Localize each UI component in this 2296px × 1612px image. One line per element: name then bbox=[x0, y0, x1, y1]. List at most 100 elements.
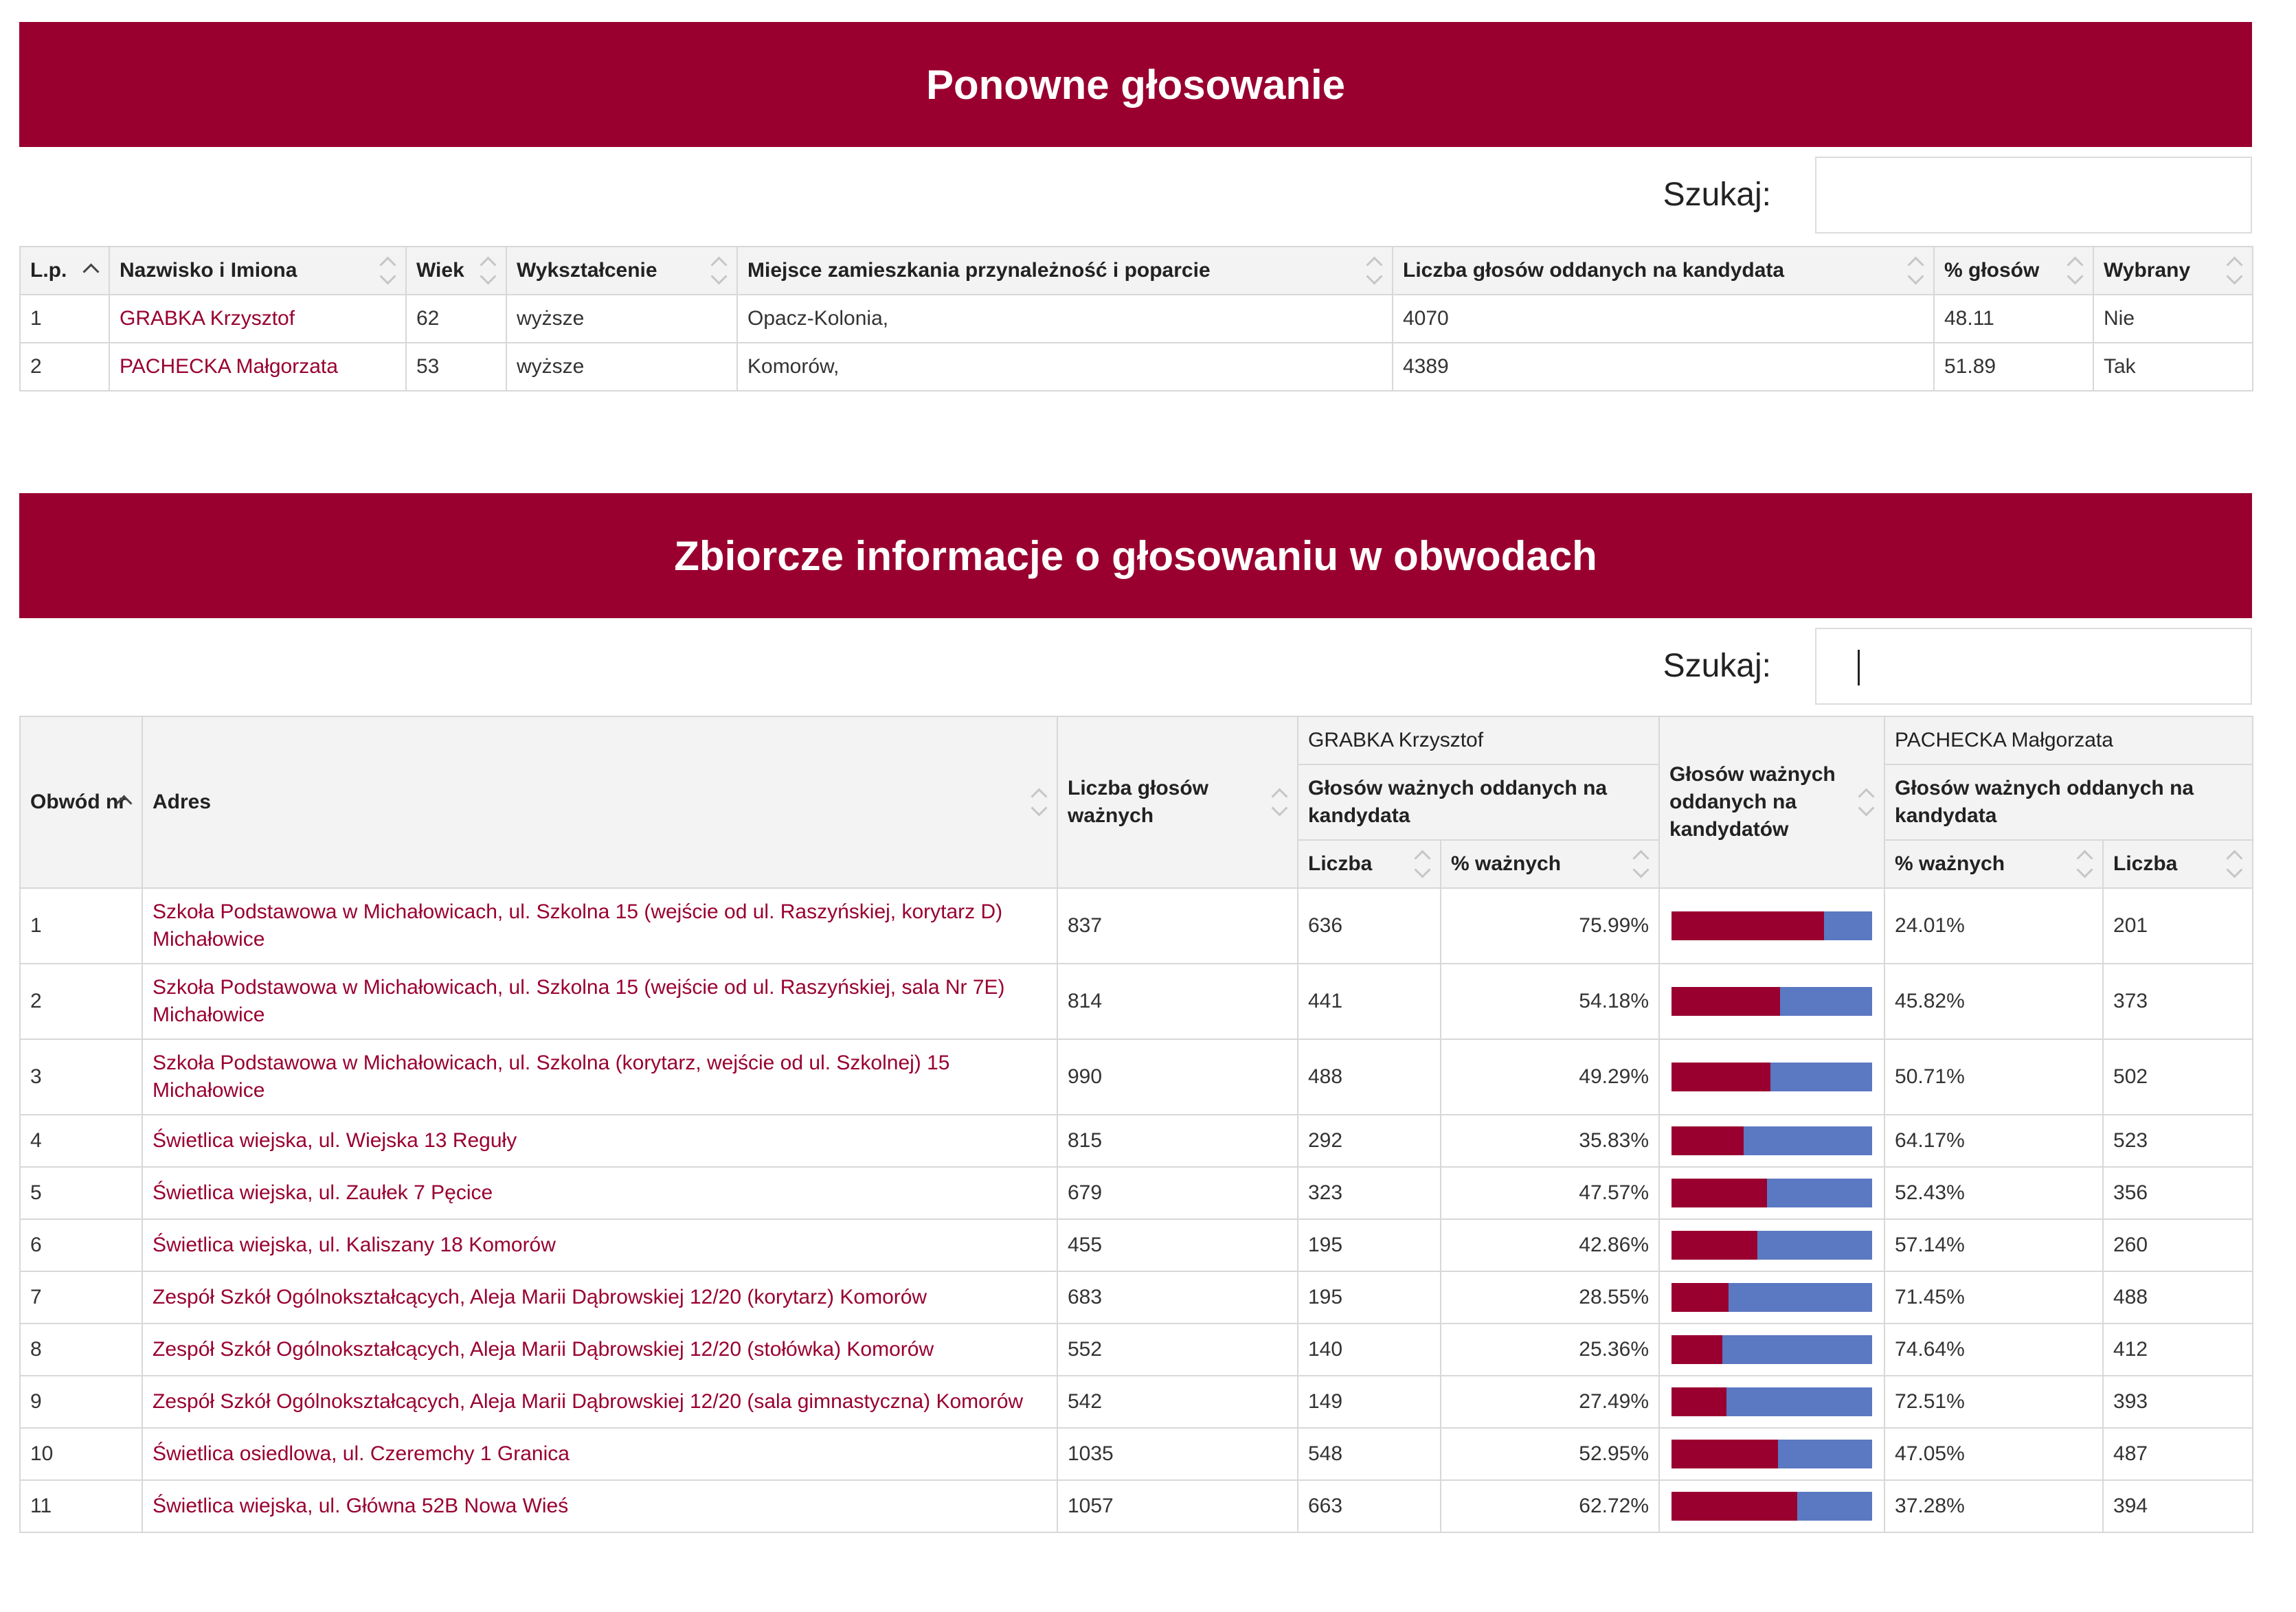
col-header-votes[interactable]: Liczba głosów oddanych na kandydata bbox=[1392, 246, 1935, 295]
col-header-cand1-count[interactable]: Liczba bbox=[1297, 839, 1441, 889]
group-header-candidate-2: PACHECKA Małgorzata bbox=[1884, 716, 2254, 765]
vote-share-bar bbox=[1672, 1440, 1872, 1468]
row-votes-chart-cell bbox=[1658, 963, 1886, 1040]
page: Ponowne głosowanie Szukaj: L.p. Nazwisko… bbox=[0, 0, 2296, 1612]
vote-share-bar-cand1 bbox=[1672, 1492, 1798, 1521]
row-cand2-count: 412 bbox=[2102, 1323, 2254, 1376]
row-votes-chart-cell bbox=[1658, 1038, 1886, 1115]
row-cand2-count: 201 bbox=[2102, 887, 2254, 964]
search-input-districts[interactable] bbox=[1815, 628, 2252, 705]
search-label: Szukaj: bbox=[1663, 648, 1771, 684]
row-cand2-percent: 52.43% bbox=[1884, 1166, 2104, 1220]
subgroup-header-votes-cand1: Głosów ważnych oddanych na kandydata bbox=[1296, 764, 1661, 841]
row-percent: 48.11 bbox=[1933, 294, 2094, 343]
row-valid-votes: 455 bbox=[1057, 1218, 1298, 1272]
vote-share-bar-cand1 bbox=[1672, 1283, 1729, 1312]
row-address-cell: Świetlica osiedlowa, ul. Czeremchy 1 Gra… bbox=[142, 1427, 1058, 1481]
row-valid-votes: 990 bbox=[1057, 1038, 1298, 1115]
address-link[interactable]: Zespół Szkół Ogólnokształcących, Aleja M… bbox=[153, 1338, 934, 1361]
col-header-age[interactable]: Wiek bbox=[405, 246, 507, 295]
row-votes: 4389 bbox=[1392, 342, 1935, 391]
row-cand1-count: 149 bbox=[1297, 1375, 1441, 1429]
row-cand2-percent: 47.05% bbox=[1884, 1427, 2104, 1481]
sort-icon bbox=[1632, 849, 1650, 879]
candidate-link[interactable]: GRABKA Krzysztof bbox=[120, 307, 295, 330]
address-link[interactable]: Świetlica wiejska, ul. Zaułek 7 Pęcice bbox=[153, 1181, 493, 1204]
row-district-nr: 8 bbox=[19, 1323, 143, 1376]
col-header-district-nr[interactable]: Obwód nr bbox=[19, 716, 143, 889]
row-address-cell: Szkoła Podstawowa w Michałowicach, ul. S… bbox=[142, 887, 1058, 964]
row-cand1-percent: 47.57% bbox=[1439, 1166, 1661, 1220]
address-link[interactable]: Świetlica osiedlowa, ul. Czeremchy 1 Gra… bbox=[153, 1442, 570, 1465]
col-header-residence[interactable]: Miejsce zamieszkania przynależność i pop… bbox=[736, 246, 1393, 295]
candidate-link[interactable]: PACHECKA Małgorzata bbox=[120, 355, 338, 378]
col-header-name[interactable]: Nazwisko i Imiona bbox=[109, 246, 407, 295]
table-row: 1 GRABKA Krzysztof 62 wyższe Opacz-Kolonia, 4… bbox=[19, 294, 2253, 343]
section-title-text: Ponowne głosowanie bbox=[925, 61, 1346, 108]
vote-share-bar-cand2 bbox=[1823, 911, 1872, 940]
col-header-address[interactable]: Adres bbox=[142, 716, 1058, 889]
address-link[interactable]: Świetlica wiejska, ul. Główna 52B Nowa W… bbox=[153, 1495, 568, 1517]
col-header-cand2-percent[interactable]: % ważnych bbox=[1884, 839, 2104, 889]
row-cand2-percent: 72.51% bbox=[1884, 1375, 2104, 1429]
row-cand2-percent: 37.28% bbox=[1884, 1479, 2104, 1533]
row-address-cell: Świetlica wiejska, ul. Kaliszany 18 Komo… bbox=[142, 1218, 1058, 1272]
address-link[interactable]: Zespół Szkół Ogólnokształcących, Aleja M… bbox=[153, 1286, 927, 1308]
section-title-districts: Zbiorcze informacje o głosowaniu w obwod… bbox=[19, 493, 2252, 618]
row-cand2-percent: 24.01% bbox=[1884, 887, 2104, 964]
row-address-cell: Zespół Szkół Ogólnokształcących, Aleja M… bbox=[142, 1375, 1058, 1429]
row-education: wyższe bbox=[506, 342, 738, 391]
vote-share-bar-cand2 bbox=[1726, 1387, 1872, 1416]
vote-share-bar bbox=[1672, 1387, 1872, 1416]
table-row: 4 Świetlica wiejska, ul. Wiejska 13 Reguł… bbox=[19, 1114, 2254, 1168]
address-link[interactable]: Świetlica wiejska, ul. Wiejska 13 Reguły bbox=[153, 1129, 517, 1152]
vote-share-bar bbox=[1672, 1126, 1872, 1155]
address-link[interactable]: Szkoła Podstawowa w Michałowicach, ul. S… bbox=[153, 976, 1005, 1026]
row-valid-votes: 1057 bbox=[1057, 1479, 1298, 1533]
row-valid-votes: 683 bbox=[1057, 1271, 1298, 1324]
sort-asc-icon bbox=[115, 787, 133, 817]
row-cand2-count: 523 bbox=[2102, 1114, 2254, 1168]
group-header-candidate-1: GRABKA Krzysztof bbox=[1296, 716, 1661, 765]
section-title-text: Zbiorcze informacje o głosowaniu w obwod… bbox=[674, 532, 1597, 579]
address-link[interactable]: Szkoła Podstawowa w Michałowicach, ul. S… bbox=[153, 1052, 950, 1102]
table-row: 9 Zespół Szkół Ogólnokształcących, Aleja … bbox=[19, 1375, 2254, 1429]
address-link[interactable]: Świetlica wiejska, ul. Kaliszany 18 Komo… bbox=[153, 1234, 556, 1256]
row-elected: Tak bbox=[2093, 342, 2253, 391]
vote-share-bar bbox=[1672, 1179, 1872, 1207]
row-valid-votes: 837 bbox=[1057, 887, 1298, 964]
row-address-cell: Szkoła Podstawowa w Michałowicach, ul. S… bbox=[142, 1038, 1058, 1115]
col-header-percent[interactable]: % głosów bbox=[1933, 246, 2094, 295]
row-name-cell: PACHECKA Małgorzata bbox=[109, 342, 407, 391]
row-education: wyższe bbox=[506, 294, 738, 343]
vote-share-bar-cand1 bbox=[1672, 1335, 1723, 1364]
table-row: 2 Szkoła Podstawowa w Michałowicach, ul. … bbox=[19, 963, 2254, 1040]
districts-table: Obwód nr Adres Liczba głosów ważnych GRA… bbox=[19, 716, 2254, 1533]
vote-share-bar-cand2 bbox=[1743, 1126, 1872, 1155]
col-header-cand1-percent[interactable]: % ważnych bbox=[1439, 839, 1661, 889]
sort-icon bbox=[1907, 256, 1925, 286]
vote-share-bar-cand1 bbox=[1672, 911, 1824, 940]
address-link[interactable]: Szkoła Podstawowa w Michałowicach, ul. S… bbox=[153, 900, 1002, 951]
col-header-elected[interactable]: Wybrany bbox=[2093, 246, 2253, 295]
row-cand1-count: 292 bbox=[1297, 1114, 1441, 1168]
row-votes-chart-cell bbox=[1658, 887, 1886, 964]
table-row: 6 Świetlica wiejska, ul. Kaliszany 18 Kom… bbox=[19, 1218, 2254, 1272]
col-header-education[interactable]: Wykształcenie bbox=[506, 246, 738, 295]
col-header-cand2-count[interactable]: Liczba bbox=[2102, 839, 2254, 889]
row-cand2-percent: 71.45% bbox=[1884, 1271, 2104, 1324]
row-lp: 2 bbox=[19, 342, 110, 391]
row-cand1-percent: 27.49% bbox=[1439, 1375, 1661, 1429]
table-row: 1 Szkoła Podstawowa w Michałowicach, ul. … bbox=[19, 887, 2254, 964]
row-district-nr: 11 bbox=[19, 1479, 143, 1533]
address-link[interactable]: Zespół Szkół Ogólnokształcących, Aleja M… bbox=[153, 1390, 1023, 1413]
row-valid-votes: 815 bbox=[1057, 1114, 1298, 1168]
col-header-valid-votes[interactable]: Liczba głosów ważnych bbox=[1057, 716, 1298, 889]
search-input-runoff[interactable] bbox=[1815, 157, 2252, 234]
row-cand2-count: 260 bbox=[2102, 1218, 2254, 1272]
vote-share-bar bbox=[1672, 1335, 1872, 1364]
col-header-votes-chart[interactable]: Głosów ważnych oddanych na kandydatów bbox=[1658, 716, 1886, 889]
row-name-cell: GRABKA Krzysztof bbox=[109, 294, 407, 343]
row-cand2-count: 502 bbox=[2102, 1038, 2254, 1115]
col-header-lp[interactable]: L.p. bbox=[19, 246, 110, 295]
